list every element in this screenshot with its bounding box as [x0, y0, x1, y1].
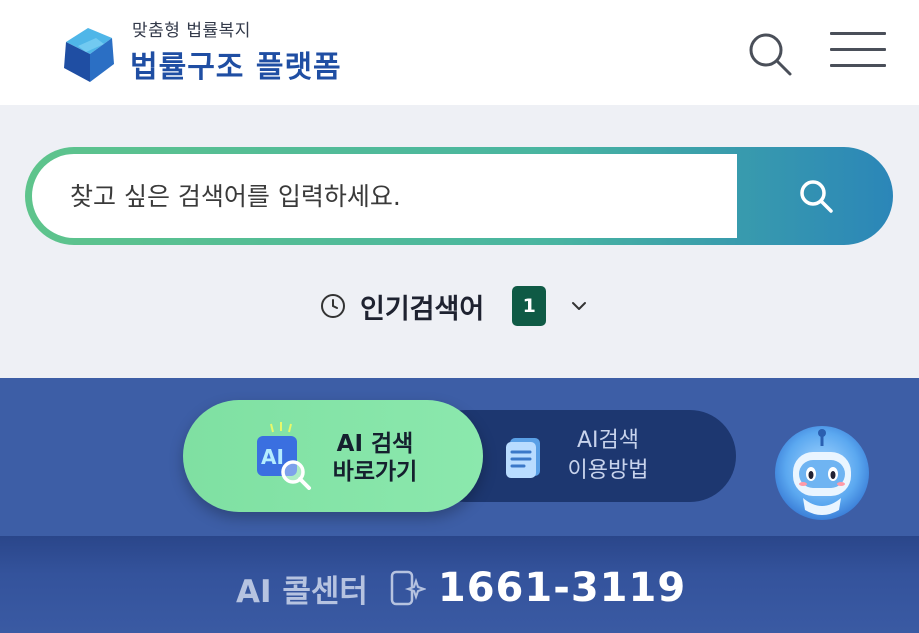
rank-badge[interactable]: 1 [512, 286, 547, 326]
popular-searches: 인기검색어 1 [320, 286, 588, 326]
header: 맞춤형 법률복지 법률구조 플랫폼 [0, 0, 919, 105]
ai-search-go-label: AI 검색 바로가기 [325, 430, 425, 486]
menu-bar-icon [830, 64, 886, 67]
ai-search-go-line1: AI 검색 [336, 431, 414, 457]
callcenter-label: AI 콜센터 [236, 573, 368, 610]
search-input[interactable] [32, 154, 737, 238]
robot-icon [775, 426, 869, 520]
chatbot-button[interactable] [773, 424, 871, 522]
ai-panel: AI검색 이용방법 AI AI 검색 바로가기 AI 콜센터 1661-3119 [0, 378, 919, 633]
callcenter-number[interactable]: 1661-3119 [438, 565, 686, 611]
menu-bar-icon [830, 48, 886, 51]
popular-searches-label: 인기검색어 [360, 293, 485, 325]
ai-icon-text: AI [261, 445, 284, 469]
ai-search-go-button[interactable]: AI AI 검색 바로가기 [183, 400, 483, 512]
logo-title: 법률구조 플랫폼 [130, 50, 342, 85]
logo-mark-icon [64, 28, 114, 82]
search-toggle-button[interactable] [744, 28, 794, 78]
menu-bar-icon [830, 32, 886, 35]
search-icon [800, 180, 833, 213]
search-submit-button[interactable] [737, 147, 893, 245]
ai-search-go-line2: 바로가기 [332, 459, 418, 485]
search-bar [25, 147, 893, 245]
ai-howto-line1: AI검색 [576, 428, 640, 453]
search-icon [749, 33, 792, 76]
ai-howto-label: AI검색 이용방법 [558, 426, 658, 486]
menu-button[interactable] [830, 32, 886, 72]
chevron-down-icon[interactable] [570, 297, 588, 315]
document-icon [506, 438, 540, 478]
callcenter: AI 콜센터 1661-3119 [236, 564, 686, 612]
phone-ai-icon [390, 570, 426, 606]
clock-icon [321, 294, 345, 318]
logo-subtitle: 맞춤형 법률복지 [132, 21, 251, 41]
ai-search-icon: AI [257, 422, 311, 490]
logo[interactable]: 맞춤형 법률복지 법률구조 플랫폼 [58, 16, 358, 88]
ai-howto-line2: 이용방법 [567, 458, 649, 483]
